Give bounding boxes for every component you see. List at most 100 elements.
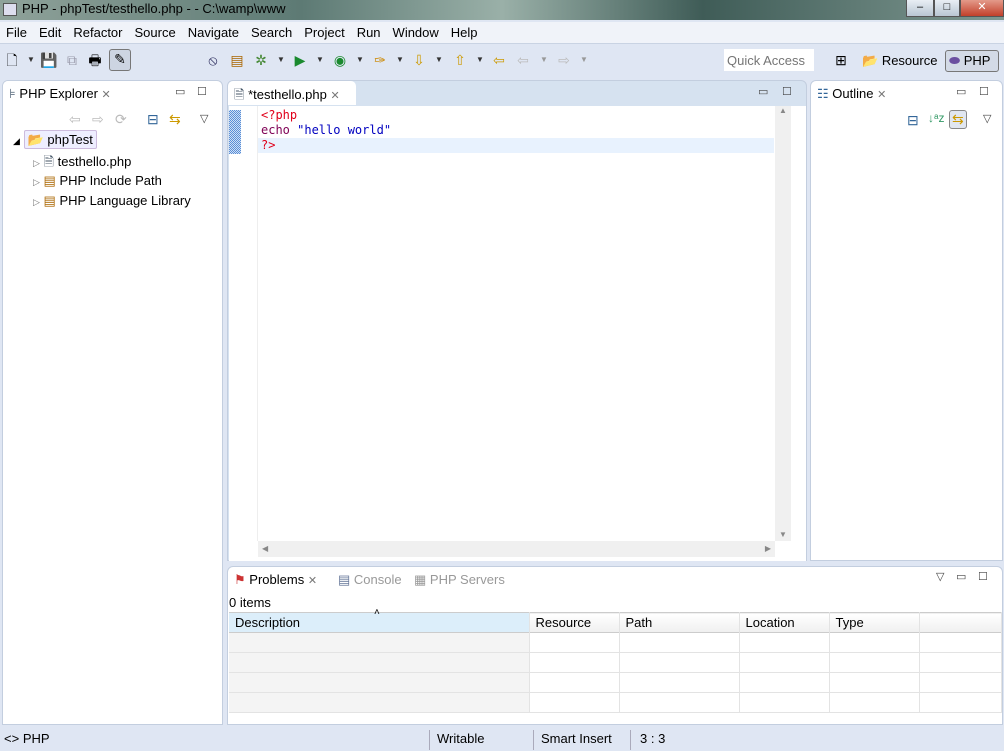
horizontal-scrollbar[interactable]: ◀ ▶ (258, 541, 775, 557)
debug-icon[interactable]: ✲ (252, 51, 270, 69)
menu-help[interactable]: Help (445, 22, 484, 40)
menu-project[interactable]: Project (298, 22, 350, 40)
collapsed-icon[interactable]: ▷ (33, 197, 40, 207)
close-icon[interactable]: ✕ (308, 575, 317, 587)
code-line[interactable]: echo "hello world" (261, 123, 391, 137)
column-header-type[interactable]: Type (829, 612, 920, 633)
back-icon[interactable]: ⇦ (69, 111, 81, 128)
sort-icon[interactable]: ↓ᵃz (928, 111, 944, 125)
column-header-resource[interactable]: Resource (529, 612, 620, 633)
menu-file[interactable]: File (0, 22, 33, 40)
table-cell (739, 692, 830, 713)
resource-icon: 📂 (862, 53, 879, 68)
table-cell (229, 652, 530, 673)
maximize-icon[interactable]: ☐ (782, 85, 792, 98)
collapse-all-icon[interactable]: ⊟ (147, 111, 159, 128)
table-row (229, 652, 1002, 673)
view-menu-icon[interactable]: ▽ (200, 112, 208, 125)
collapse-all-icon[interactable]: ⊟ (907, 112, 919, 129)
tab-outline[interactable]: ☷ Outline ✕ (811, 81, 892, 105)
tab-console[interactable]: ▤ Console (332, 567, 408, 591)
maximize-button[interactable]: □ (934, 0, 960, 17)
editor-area[interactable] (229, 106, 806, 561)
table-cell (739, 652, 830, 673)
table-cell (829, 692, 920, 713)
menu-window[interactable]: Window (387, 22, 445, 40)
minimize-button[interactable]: – (906, 0, 934, 17)
save-icon[interactable]: 💾 (40, 51, 58, 69)
print-icon[interactable]: 🖶 (86, 51, 104, 69)
tree-item-include-path[interactable]: ▷ ▤ PHP Include Path (33, 173, 162, 189)
collapsed-icon[interactable]: ▷ (33, 158, 40, 168)
menu-navigate[interactable]: Navigate (182, 22, 245, 40)
minimize-icon[interactable]: ▭ (758, 85, 768, 98)
column-header-path[interactable]: Path (619, 612, 740, 633)
forward-icon[interactable]: ⇨ (555, 51, 573, 69)
close-icon[interactable]: ✕ (102, 89, 111, 101)
view-menu-icon[interactable]: ▽ (936, 570, 944, 583)
maximize-icon[interactable]: ☐ (979, 85, 989, 98)
tab-problems[interactable]: ⚑ Problems ✕ (228, 567, 323, 591)
expanded-icon[interactable]: ◢ (13, 136, 20, 146)
open-perspective-icon[interactable]: ⊞ (832, 51, 850, 69)
column-header-description[interactable]: ˄ Description (229, 607, 530, 633)
link-editor-icon[interactable]: ⇆ (949, 110, 967, 129)
mark-occurrences-icon[interactable]: ✎ (109, 49, 131, 71)
perspective-resource[interactable]: 📂 Resource (862, 50, 937, 72)
tab-php-servers[interactable]: ▦ PHP Servers (408, 567, 511, 591)
outline-icon: ☷ (817, 86, 829, 101)
link-editor-icon[interactable]: ⇆ (169, 111, 181, 128)
quick-access-input[interactable] (724, 49, 814, 71)
tab-testhello[interactable]: 🗎 *testhello.php ✕ (228, 81, 356, 105)
breakpoint-icon[interactable]: ⦸ (204, 51, 222, 69)
maximize-icon[interactable]: ☐ (197, 85, 207, 98)
tree-item-language-library[interactable]: ▷ ▤ PHP Language Library (33, 193, 191, 209)
close-icon[interactable]: ✕ (330, 90, 339, 102)
status-bar: <> PHP Writable Smart Insert 3 : 3 (0, 728, 1004, 751)
menu-search[interactable]: Search (245, 22, 298, 40)
prev-annotation-icon[interactable]: ⇧ (451, 51, 469, 69)
php-file-icon: 🗎 (43, 154, 54, 169)
maximize-icon[interactable]: ☐ (978, 570, 988, 583)
menu-run[interactable]: Run (351, 22, 387, 40)
view-menu-icon[interactable]: ▽ (983, 112, 991, 125)
minimize-icon[interactable]: ▭ (956, 570, 966, 583)
tree-item-file[interactable]: ▷ 🗎 testhello.php (33, 153, 131, 175)
menu-edit[interactable]: Edit (33, 22, 67, 40)
menu-bar: File Edit Refactor Source Navigate Search Proj… (0, 22, 1004, 44)
table-cell (619, 672, 740, 693)
close-button[interactable]: ✕ (960, 0, 1004, 17)
back-icon[interactable]: ⇦ (514, 51, 532, 69)
new-icon[interactable]: 🗋 (3, 51, 21, 69)
next-annotation-icon[interactable]: ⇩ (410, 51, 428, 69)
forward-icon[interactable]: ⇨ (92, 111, 104, 128)
table-cell (739, 632, 830, 653)
menu-refactor[interactable]: Refactor (67, 22, 128, 40)
tab-php-explorer[interactable]: ⊧ PHP Explorer ✕ (3, 81, 117, 105)
collapsed-icon[interactable]: ▷ (33, 177, 40, 187)
code-line[interactable]: ?> (261, 138, 275, 152)
close-icon[interactable]: ✕ (877, 89, 886, 101)
last-edit-icon[interactable]: ⇦ (490, 51, 508, 69)
servers-icon: ▦ (414, 572, 427, 587)
code-line[interactable]: <?php (261, 108, 297, 122)
table-cell (919, 692, 1002, 713)
up-icon[interactable]: ⟳ (115, 111, 127, 128)
minimize-icon[interactable]: ▭ (956, 85, 966, 98)
line-number-ruler (241, 106, 258, 541)
tree-project[interactable]: ◢ 📂 phpTest (13, 130, 97, 149)
run-external-icon[interactable]: ◉ (331, 51, 349, 69)
vertical-scrollbar[interactable]: ▲ ▼ (775, 106, 791, 541)
library-icon[interactable]: ▤ (228, 51, 246, 69)
column-header-location[interactable]: Location (739, 612, 830, 633)
minimize-icon[interactable]: ▭ (175, 85, 185, 98)
menu-source[interactable]: Source (129, 22, 182, 40)
perspective-php[interactable]: ⬬ PHP (945, 50, 999, 72)
current-line-highlight (258, 138, 774, 153)
save-all-icon[interactable]: ⧉ (63, 51, 81, 69)
pen-icon[interactable]: ✑ (371, 51, 389, 69)
outline-panel: ☷ Outline ✕ ▭ ☐ ⊟ ↓ᵃz ⇆ ▽ (810, 80, 1003, 561)
table-cell (529, 652, 620, 673)
run-icon[interactable]: ▶ (291, 51, 309, 69)
table-cell (229, 672, 530, 693)
